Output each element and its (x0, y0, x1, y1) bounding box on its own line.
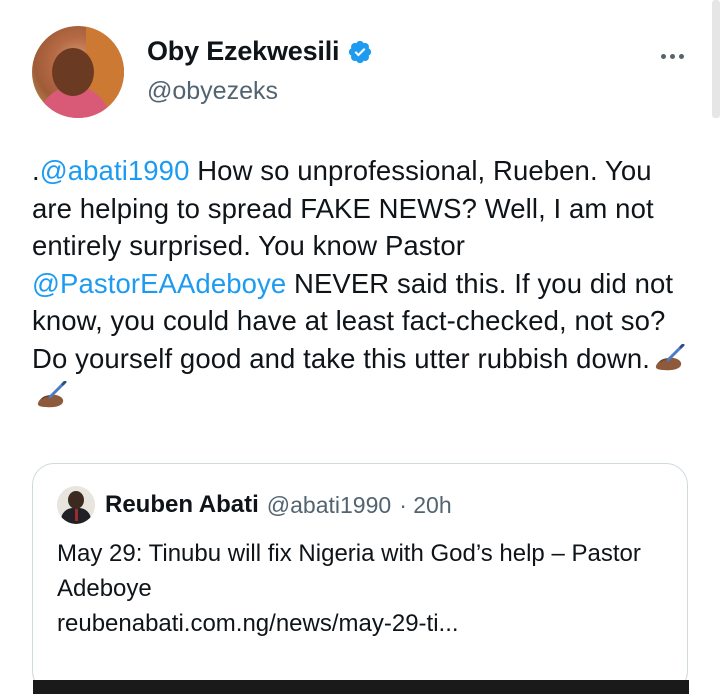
author-handle[interactable]: @obyezeks (147, 77, 278, 106)
tweet-text: .@abati1990 How so unprofessional, Ruebe… (32, 152, 692, 415)
tweet-header: Oby Ezekwesili @obyezeks (32, 26, 692, 126)
quoted-tweet-header: Reuben Abati @abati1990 · 20h (57, 486, 452, 524)
quoted-tweet-time: · 20h (399, 491, 452, 518)
author-display-name[interactable]: Oby Ezekwesili (147, 36, 339, 67)
avatar-face (52, 48, 94, 96)
quoted-author-avatar (57, 486, 95, 524)
more-horizontal-icon[interactable] (652, 46, 692, 66)
author-name-row: Oby Ezekwesili (147, 36, 373, 67)
quoted-author-handle: @abati1990 (266, 491, 392, 518)
quoted-tweet-media[interactable] (33, 680, 689, 694)
verified-badge-icon (349, 40, 372, 63)
tweet-text-segment: . (32, 155, 40, 186)
writing-hand-emoji-icon (37, 381, 67, 408)
quoted-avatar-tie (75, 509, 78, 521)
quoted-tweet-link[interactable]: reubenabati.com.ng/news/may-29-ti... (57, 606, 677, 641)
mention-link[interactable]: @abati1990 (40, 155, 190, 186)
writing-hand-emoji-icon (655, 343, 685, 370)
mention-link[interactable]: @PastorEAAdeboye (32, 268, 286, 299)
quoted-author-name: Reuben Abati (105, 491, 259, 518)
more-dot (678, 53, 684, 59)
quoted-tweet-card[interactable]: Reuben Abati @abati1990 · 20h May 29: Ti… (32, 463, 689, 694)
quoted-tweet-text: May 29: Tinubu will fix Nigeria with God… (57, 536, 677, 641)
more-dot (669, 53, 675, 59)
quoted-avatar-head (68, 491, 84, 509)
scrollbar[interactable] (712, 0, 720, 118)
quoted-tweet-body: May 29: Tinubu will fix Nigeria with God… (57, 540, 641, 602)
more-dot (660, 53, 666, 59)
author-avatar[interactable] (32, 26, 124, 118)
